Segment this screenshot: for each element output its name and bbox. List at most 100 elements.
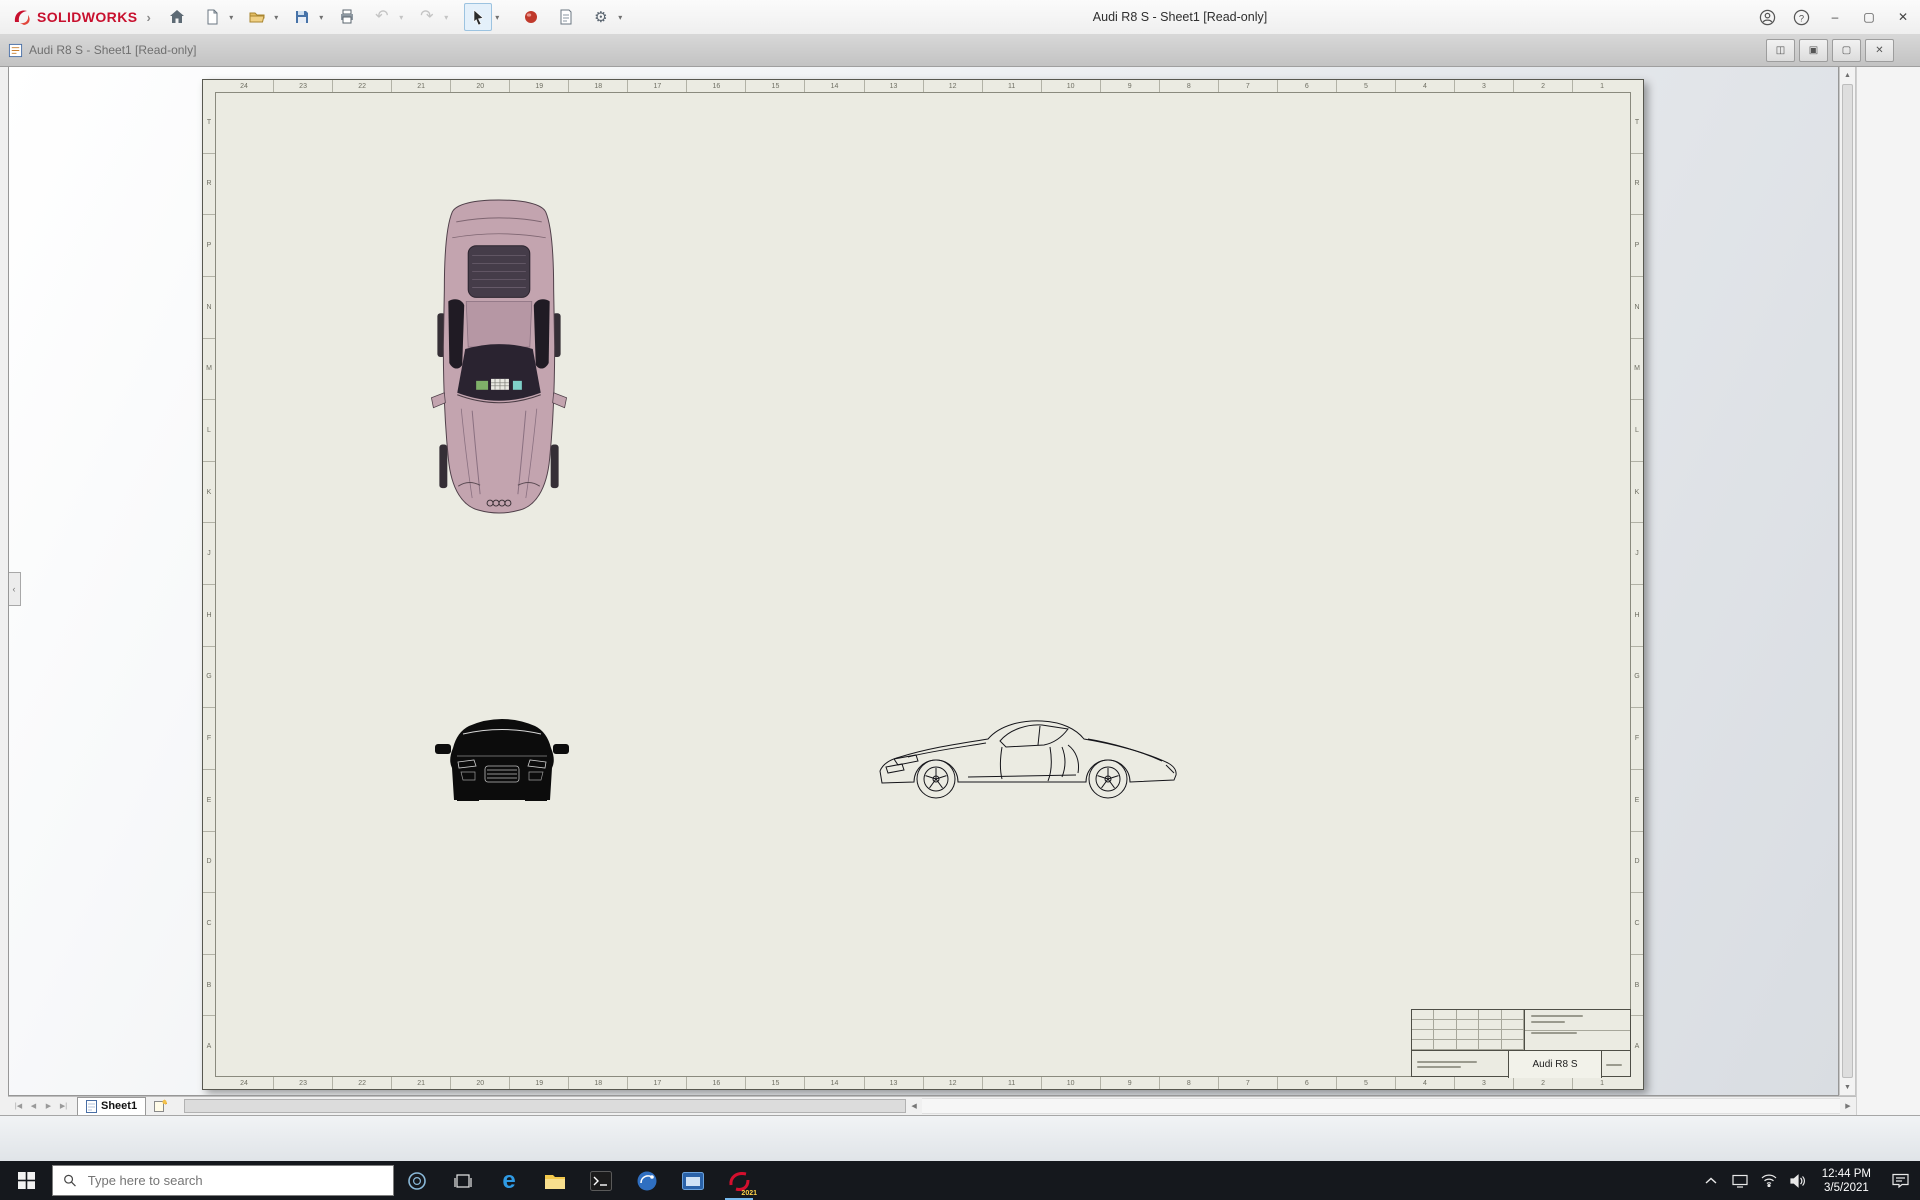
- zone-label: M: [1631, 337, 1643, 400]
- edge-icon[interactable]: e: [486, 1161, 532, 1200]
- file-properties-icon[interactable]: [552, 3, 580, 31]
- notifications-icon[interactable]: [1880, 1161, 1920, 1200]
- zone-label: K: [1631, 460, 1643, 523]
- drawing-sheet[interactable]: 24 23 22 21 20 19 18 17 16 15 14 13 12 11 10 9 8 7 6 5 4 3 2 1 …: [202, 79, 1644, 1090]
- zone-label: 6: [1276, 1077, 1336, 1089]
- doc-close-icon[interactable]: ✕: [1865, 39, 1894, 62]
- zone-label: 8: [1158, 1077, 1218, 1089]
- solidworks-icon[interactable]: 2021: [716, 1161, 762, 1200]
- redo-caret-icon[interactable]: ▾: [442, 13, 451, 22]
- zone-label: 16: [686, 1077, 745, 1089]
- zone-label: L: [1631, 399, 1643, 461]
- zone-label: B: [1631, 953, 1643, 1016]
- new-document-icon[interactable]: [198, 3, 226, 31]
- maximize-icon[interactable]: ▢: [1852, 0, 1886, 34]
- close-icon[interactable]: ✕: [1886, 0, 1920, 34]
- title-block-info-area: [1525, 1010, 1630, 1050]
- save-icon[interactable]: [288, 3, 316, 31]
- title-block[interactable]: Audi R8 S: [1411, 1009, 1631, 1078]
- app-window-title: Audi R8 S - Sheet1 [Read-only]: [1092, 10, 1268, 24]
- sheet-tab-bar: |◀ ◀ ▶ ▶| Sheet1 ◀ ▶: [8, 1096, 1856, 1116]
- 3dexperience-icon[interactable]: [624, 1161, 670, 1200]
- vertical-scroll-thumb[interactable]: [1842, 84, 1853, 1078]
- doc-restore-icon[interactable]: ▢: [1832, 39, 1861, 62]
- zone-label: 6: [1276, 80, 1336, 92]
- brand-expand-arrow[interactable]: ›: [146, 10, 150, 25]
- zone-label: T: [1634, 118, 1640, 126]
- clock[interactable]: 12:44 PM 3/5/2021: [1813, 1167, 1880, 1195]
- horizontal-scroll-track[interactable]: [922, 1098, 1840, 1114]
- save-caret-icon[interactable]: ▾: [317, 13, 326, 22]
- taskbar-search[interactable]: [52, 1165, 394, 1196]
- sheet-nav-prev-icon[interactable]: ◀: [26, 1099, 41, 1114]
- cortana-icon[interactable]: [394, 1161, 440, 1200]
- help-icon[interactable]: ?: [1784, 0, 1818, 34]
- select-caret-icon[interactable]: ▾: [493, 13, 502, 22]
- select-cursor-icon[interactable]: [463, 3, 492, 31]
- drawing-view-side[interactable]: [872, 715, 1187, 802]
- zone-label: 21: [391, 80, 450, 92]
- drawing-view-top[interactable]: [428, 198, 570, 516]
- open-caret-icon[interactable]: ▾: [272, 13, 281, 22]
- app-window-icon[interactable]: [670, 1161, 716, 1200]
- tab-sheet1[interactable]: Sheet1: [77, 1096, 147, 1116]
- doc-tile-icon[interactable]: ◫: [1766, 39, 1795, 62]
- open-folder-icon[interactable]: [243, 3, 271, 31]
- task-pane-collapsed[interactable]: [1856, 66, 1920, 1115]
- undo-icon[interactable]: ↶: [368, 3, 396, 31]
- zone-label: J: [203, 522, 215, 584]
- drawing-view-front[interactable]: [433, 710, 571, 802]
- search-input[interactable]: [85, 1172, 383, 1189]
- zone-label: 7: [1217, 80, 1277, 92]
- file-explorer-icon[interactable]: [532, 1161, 578, 1200]
- zone-label: 22: [332, 80, 391, 92]
- zone-label: H: [203, 584, 215, 646]
- options-caret-icon[interactable]: ▾: [616, 13, 625, 22]
- zone-label: 9: [1099, 80, 1159, 92]
- sheet-nav-next-icon[interactable]: ▶: [41, 1099, 56, 1114]
- start-icon[interactable]: [0, 1161, 52, 1200]
- drawing-viewport[interactable]: 24 23 22 21 20 19 18 17 16 15 14 13 12 11 10 9 8 7 6 5 4 3 2 1 …: [8, 66, 1839, 1096]
- zone-label: 7: [1217, 1077, 1277, 1089]
- volume-icon[interactable]: [1784, 1161, 1813, 1200]
- task-view-icon[interactable]: [440, 1161, 486, 1200]
- zone-label: G: [1631, 645, 1643, 708]
- zone-band-right: T RPNMLKJHGFEDCBA: [1631, 92, 1643, 1077]
- zone-label: N: [1631, 275, 1643, 338]
- zone-label: P: [203, 214, 215, 276]
- horizontal-scroll-thumb[interactable]: [184, 1099, 907, 1113]
- title-block-revision-table: [1412, 1010, 1525, 1050]
- scroll-up-icon[interactable]: ▲: [1840, 67, 1855, 83]
- minimize-icon[interactable]: –: [1818, 0, 1852, 34]
- scroll-left-icon[interactable]: ◀: [906, 1099, 922, 1113]
- title-block-model-name: Audi R8 S: [1509, 1051, 1602, 1078]
- sheet-nav-last-icon[interactable]: ▶|: [56, 1099, 71, 1114]
- doc-cascade-icon[interactable]: ▣: [1799, 39, 1828, 62]
- tray-expand-icon[interactable]: [1697, 1161, 1726, 1200]
- redo-icon[interactable]: ↷: [413, 3, 441, 31]
- appearance-sphere-icon[interactable]: [517, 3, 545, 31]
- new-caret-icon[interactable]: ▾: [227, 13, 236, 22]
- add-sheet-icon[interactable]: [150, 1098, 170, 1115]
- print-icon[interactable]: [333, 3, 361, 31]
- home-icon[interactable]: [163, 3, 191, 31]
- account-icon[interactable]: [1750, 0, 1784, 34]
- sheet-nav-first-icon[interactable]: |◀: [11, 1099, 26, 1114]
- app-titlebar: SOLIDWORKS › ▾ ▾ ▾ ↶ ▾ ↷ ▾ ▾ ⚙ ▾ Audi R8…: [0, 0, 1920, 35]
- panel-collapse-chevron-icon[interactable]: ‹: [9, 572, 21, 606]
- scroll-down-icon[interactable]: ▼: [1840, 1079, 1855, 1095]
- options-gear-icon[interactable]: ⚙: [587, 3, 615, 31]
- sheet-tab-label: Sheet1: [101, 1100, 138, 1112]
- scroll-right-icon[interactable]: ▶: [1840, 1099, 1856, 1113]
- zone-label: N: [203, 275, 215, 338]
- zone-label: 9: [1099, 1077, 1159, 1089]
- taskbar: e 2021: [0, 1161, 1920, 1200]
- zone-label: 5: [1335, 1077, 1395, 1089]
- document-title: Audi R8 S - Sheet1 [Read-only]: [29, 43, 197, 57]
- undo-caret-icon[interactable]: ▾: [397, 13, 406, 22]
- vertical-scrollbar[interactable]: ▲ ▼: [1839, 66, 1856, 1096]
- console-icon[interactable]: [578, 1161, 624, 1200]
- network-icon[interactable]: [1755, 1161, 1784, 1200]
- display-icon[interactable]: [1726, 1161, 1755, 1200]
- zone-label: F: [1631, 707, 1643, 769]
